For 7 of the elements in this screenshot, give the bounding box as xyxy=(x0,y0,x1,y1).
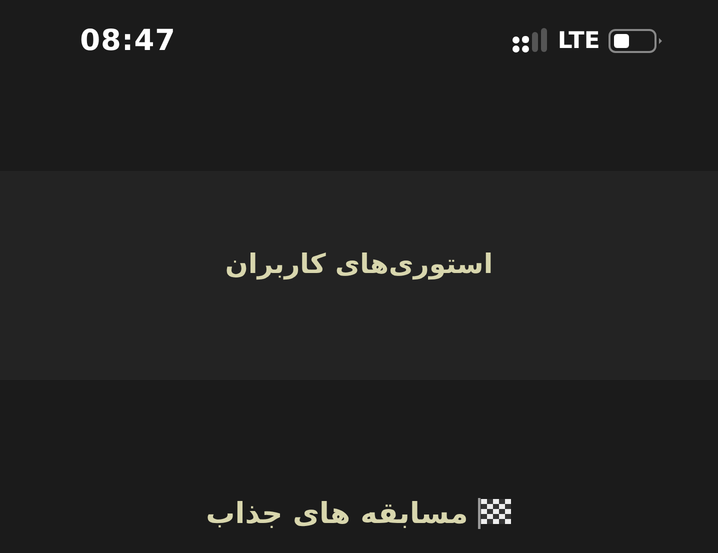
section-title: استوری‌های کاربران xyxy=(225,248,493,282)
signal-icon xyxy=(512,28,550,54)
section-title: مسابقه های جذاب xyxy=(206,494,468,532)
clock-time: 08:47 xyxy=(80,22,176,60)
checkered-flag-icon xyxy=(476,496,512,530)
battery-icon xyxy=(608,28,662,54)
network-type: LTE xyxy=(558,26,600,56)
